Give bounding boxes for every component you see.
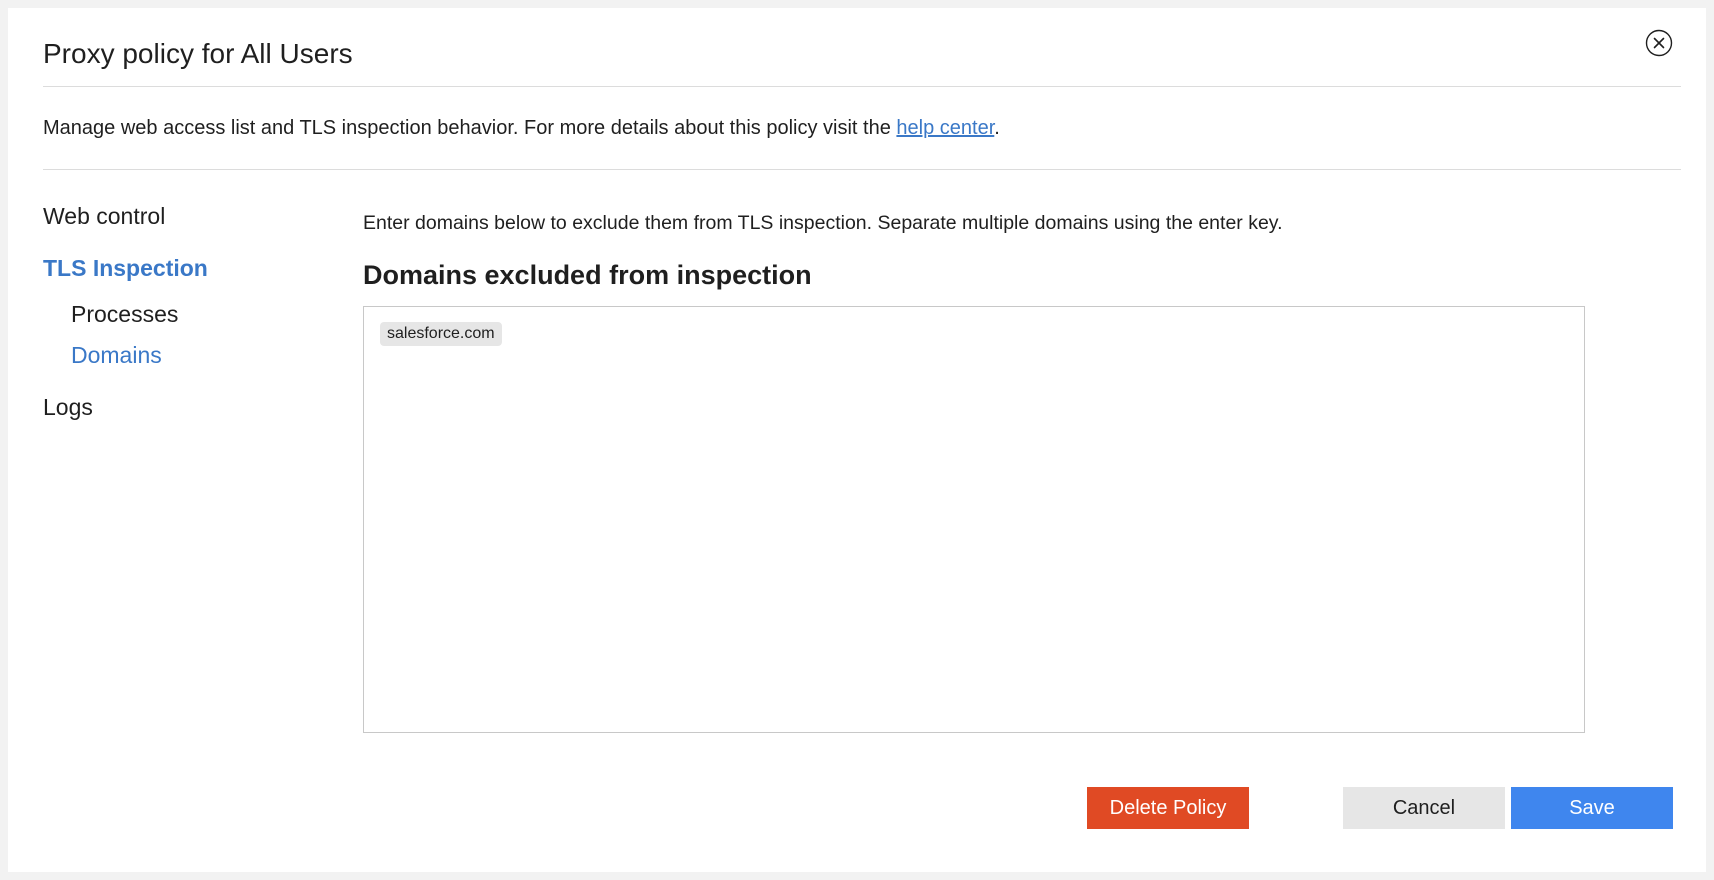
save-button[interactable]: Save [1511,787,1673,829]
domains-heading: Domains excluded from inspection [363,260,812,290]
dialog-description: Manage web access list and TLS inspectio… [43,117,1000,140]
sidebar-item-domains[interactable]: Domains [71,342,162,369]
description-text: Manage web access list and TLS inspectio… [43,117,897,139]
dialog-title: Proxy policy for All Users [43,38,353,69]
sidebar-item-processes[interactable]: Processes [71,301,178,328]
delete-policy-button[interactable]: Delete Policy [1087,787,1249,829]
cancel-button[interactable]: Cancel [1343,787,1505,829]
close-button[interactable] [1645,29,1673,57]
description-divider [43,169,1681,170]
help-center-link[interactable]: help center [896,117,994,139]
sidebar-item-logs[interactable]: Logs [43,394,93,421]
close-circle-icon [1645,29,1673,57]
domain-tag[interactable]: salesforce.com [380,322,502,346]
sidebar-item-web-control[interactable]: Web control [43,203,165,230]
sidebar-item-tls-inspection[interactable]: TLS Inspection [43,255,208,282]
policy-dialog: Proxy policy for All Users Manage web ac… [8,8,1706,872]
domains-instructions: Enter domains below to exclude them from… [363,212,1283,234]
header-divider [43,86,1681,87]
domains-input[interactable]: salesforce.com [363,306,1585,733]
description-suffix: . [994,117,1000,139]
